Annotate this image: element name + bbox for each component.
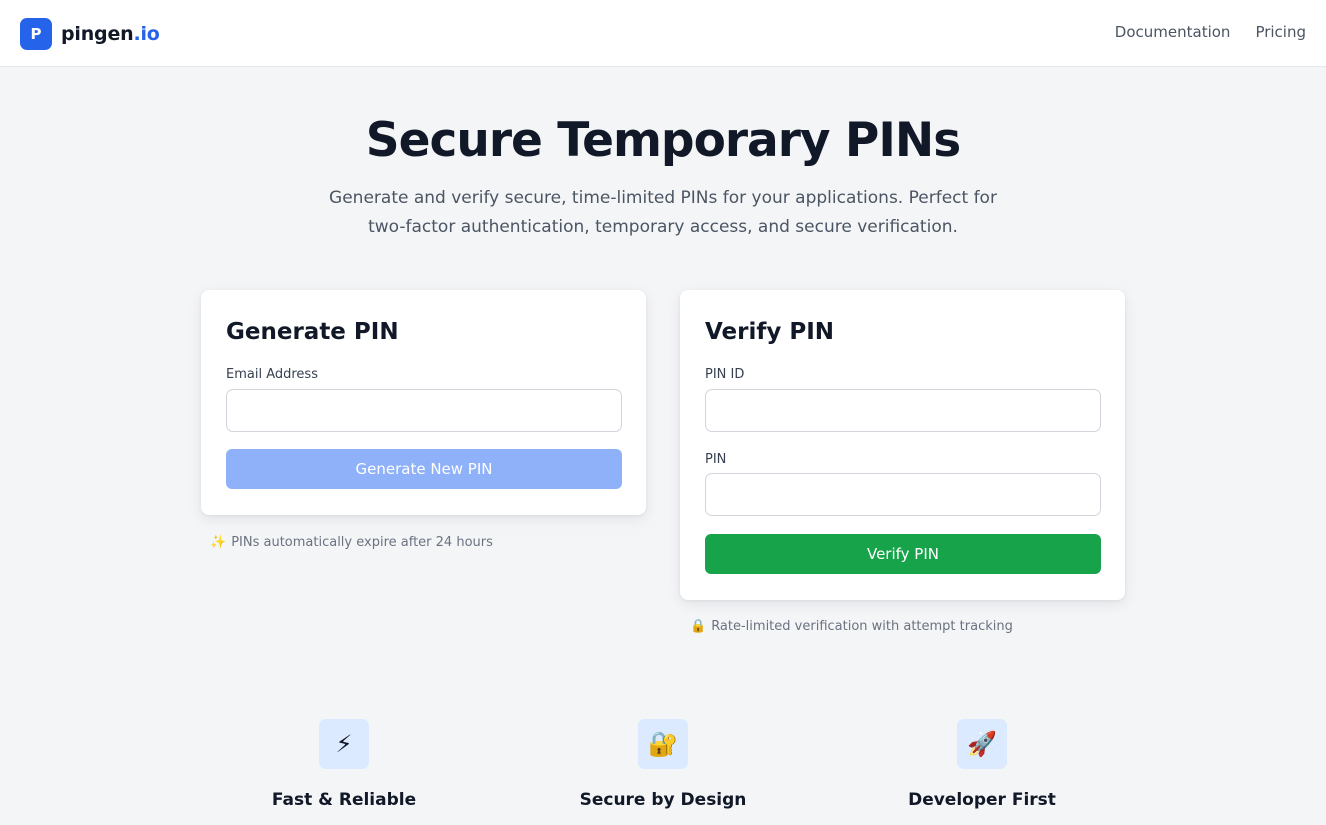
logo-text: pingen.io bbox=[61, 23, 160, 45]
generate-pin-button[interactable]: Generate New PIN bbox=[226, 449, 622, 489]
verify-note-text: Rate-limited verification with attempt t… bbox=[711, 619, 1013, 634]
feature-fast-reliable: ⚡ Fast & Reliable bbox=[194, 719, 494, 810]
verify-pin-title: Verify PIN bbox=[705, 319, 835, 345]
logo-tld: .io bbox=[133, 23, 160, 45]
lock-key-icon: 🔐 bbox=[638, 719, 688, 769]
verify-pin-button[interactable]: Verify PIN bbox=[705, 534, 1101, 574]
top-header: P pingen.io Documentation Pricing bbox=[0, 0, 1326, 67]
verify-pin-card: Verify PIN PIN ID PIN Verify PIN bbox=[680, 290, 1125, 600]
generate-note-text: PINs automatically expire after 24 hours bbox=[231, 535, 493, 550]
feature-title: Developer First bbox=[908, 790, 1056, 810]
feature-developer-first: 🚀 Developer First bbox=[832, 719, 1132, 810]
rocket-icon: 🚀 bbox=[957, 719, 1007, 769]
logo[interactable]: P pingen.io bbox=[20, 18, 160, 50]
top-nav: Documentation Pricing bbox=[1115, 23, 1306, 41]
lightning-icon: ⚡ bbox=[319, 719, 369, 769]
feature-title: Fast & Reliable bbox=[271, 790, 417, 810]
feature-title: Secure by Design bbox=[579, 790, 747, 810]
pin-id-label: PIN ID bbox=[705, 367, 745, 382]
verify-note: 🔒 Rate-limited verification with attempt… bbox=[690, 619, 1013, 634]
nav-documentation-link[interactable]: Documentation bbox=[1115, 23, 1231, 41]
subtitle-line-1: Generate and verify secure, time-limited… bbox=[329, 188, 997, 208]
generate-note: ✨ PINs automatically expire after 24 hou… bbox=[210, 535, 493, 550]
lock-icon: 🔒 bbox=[690, 619, 707, 634]
feature-secure-by-design: 🔐 Secure by Design bbox=[513, 719, 813, 810]
sparkles-icon: ✨ bbox=[210, 535, 227, 550]
email-input[interactable] bbox=[226, 389, 622, 432]
subtitle-line-2: two-factor authentication, temporary acc… bbox=[368, 217, 958, 237]
pin-id-input[interactable] bbox=[705, 389, 1101, 432]
page-title: Secure Temporary PINs bbox=[365, 113, 961, 168]
logo-name: pingen bbox=[61, 23, 134, 45]
generate-pin-title: Generate PIN bbox=[226, 319, 399, 345]
pin-label: PIN bbox=[705, 452, 727, 467]
nav-pricing-link[interactable]: Pricing bbox=[1255, 23, 1306, 41]
generate-pin-card: Generate PIN Email Address Generate New … bbox=[201, 290, 646, 515]
page-subtitle: Generate and verify secure, time-limited… bbox=[313, 184, 1013, 242]
email-label: Email Address bbox=[226, 367, 318, 382]
logo-badge-icon: P bbox=[20, 18, 52, 50]
pin-input[interactable] bbox=[705, 473, 1101, 516]
